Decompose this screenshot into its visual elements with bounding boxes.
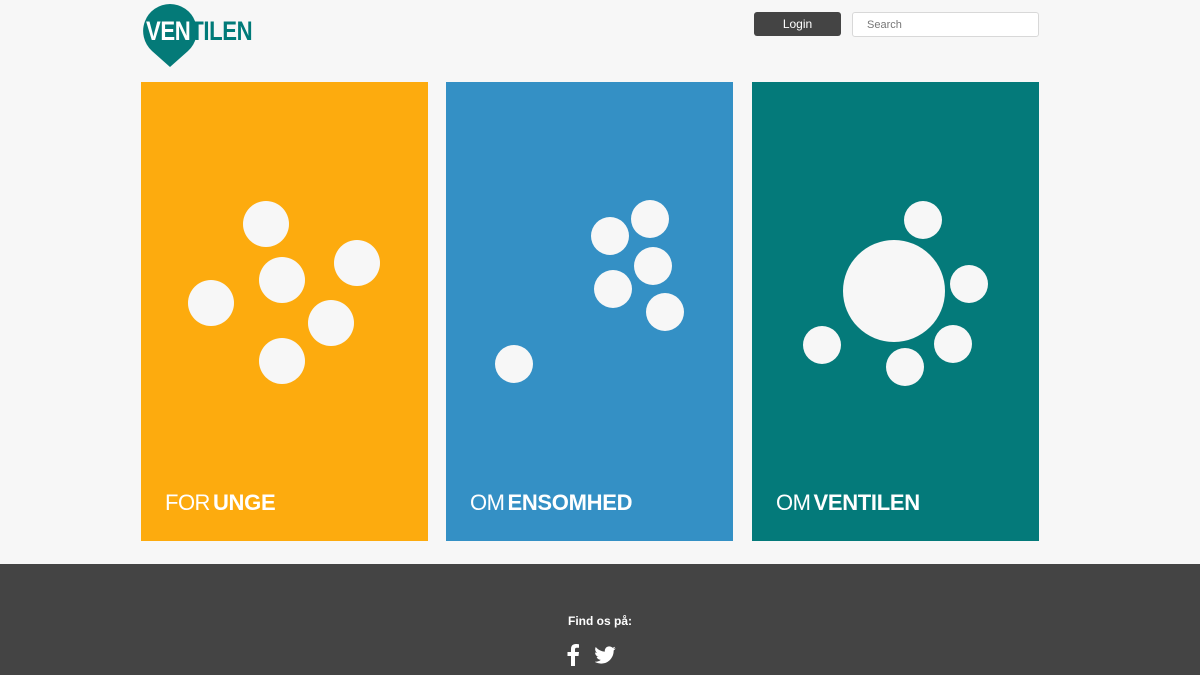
ventilen-logo[interactable]: VENTILEN — [140, 4, 253, 68]
site-header: VENTILEN Login — [0, 0, 1200, 70]
panel-label-bold: VENTILEN — [813, 490, 920, 515]
site-footer: Find os på: — [0, 564, 1200, 675]
dots-illustration-icon — [188, 201, 380, 384]
panel-label-light: OM — [470, 490, 505, 515]
search-input[interactable] — [852, 12, 1039, 37]
facebook-icon[interactable] — [566, 644, 580, 671]
panel-om-ensomhed[interactable]: OM ENSOMHED — [446, 82, 733, 541]
twitter-icon[interactable] — [594, 646, 616, 669]
panel-label: OM ENSOMHED — [470, 490, 632, 516]
logo-text-inner: VEN — [146, 16, 191, 46]
panel-label-bold: UNGE — [212, 490, 276, 515]
panel-label-bold: ENSOMHED — [507, 490, 633, 515]
logo-text-outer: TILEN — [190, 16, 253, 46]
panel-label: FOR UNGE — [165, 490, 276, 516]
panel-om-ventilen[interactable]: OM VENTILEN — [752, 82, 1039, 541]
login-button[interactable]: Login — [754, 12, 841, 36]
panel-for-unge[interactable]: FOR UNGE — [141, 82, 428, 541]
dots-illustration-icon — [495, 200, 684, 383]
panel-label: OM VENTILEN — [776, 490, 920, 516]
footer-title: Find os på: — [568, 614, 632, 628]
panel-label-light: OM — [776, 490, 811, 515]
panel-label-light: FOR — [165, 490, 210, 515]
logo-wordmark: VENTILEN — [146, 16, 253, 46]
dots-illustration-icon — [803, 201, 988, 386]
